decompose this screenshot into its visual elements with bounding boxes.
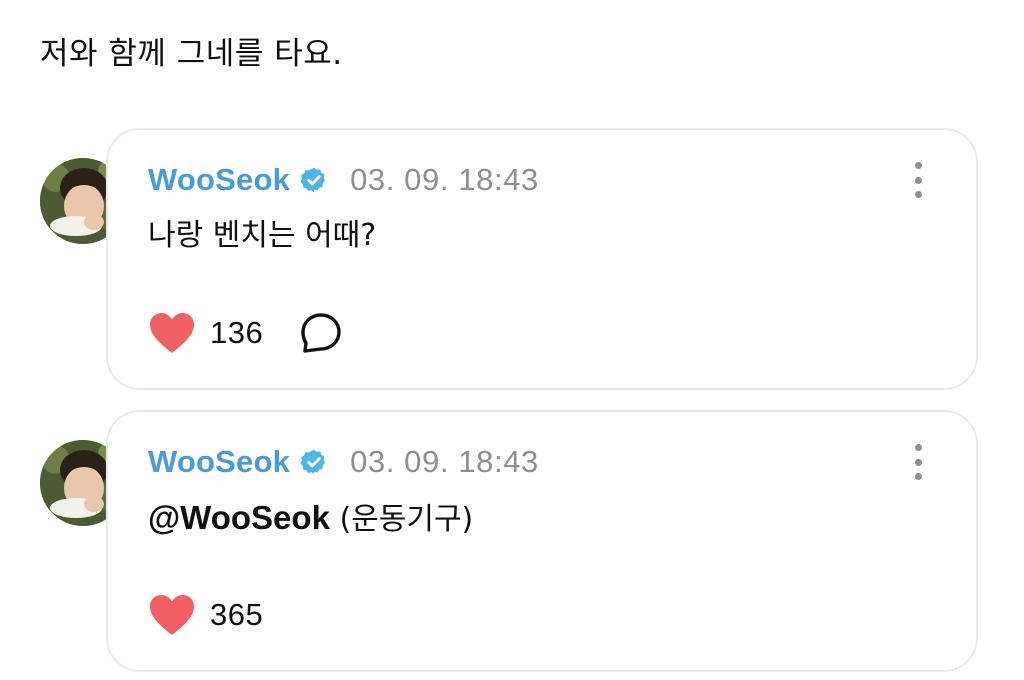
speech-bubble-icon[interactable] [299, 311, 343, 355]
mention-link[interactable]: @WooSeok [148, 499, 330, 536]
verified-badge-icon [300, 167, 326, 193]
comment-body: @WooSeok (운동기구) [148, 498, 473, 540]
comment-header: WooSeok 03. 09. 18:43 [148, 442, 539, 482]
comment-card: WooSeok 03. 09. 18:43 @WooSeok (운동기구) 36… [106, 410, 978, 672]
comment-actions: 136 [148, 310, 343, 356]
heart-icon[interactable] [148, 311, 196, 355]
comment-header: WooSeok 03. 09. 18:43 [148, 160, 539, 200]
like-count: 136 [210, 315, 264, 350]
comment-text: (운동기구) [329, 502, 474, 537]
comment-body: 나랑 벤치는 어때? [148, 218, 377, 253]
more-vertical-icon[interactable] [906, 162, 930, 198]
heart-icon[interactable] [148, 593, 196, 637]
comment-actions: 365 [148, 592, 263, 638]
comment-card: WooSeok 03. 09. 18:43 나랑 벤치는 어때? 136 [106, 128, 978, 390]
like-count: 365 [210, 597, 264, 632]
verified-badge-icon [300, 449, 326, 475]
post-text: 저와 함께 그네를 타요. [40, 36, 343, 72]
comment-thread-page: 저와 함께 그네를 타요. WooSeok 03. 09. 18:43 나랑 벤… [0, 0, 1024, 680]
author-name[interactable]: WooSeok [148, 162, 290, 198]
author-name[interactable]: WooSeok [148, 444, 290, 480]
more-vertical-icon[interactable] [906, 444, 930, 480]
comment-timestamp: 03. 09. 18:43 [350, 444, 539, 479]
comment-timestamp: 03. 09. 18:43 [350, 162, 539, 197]
